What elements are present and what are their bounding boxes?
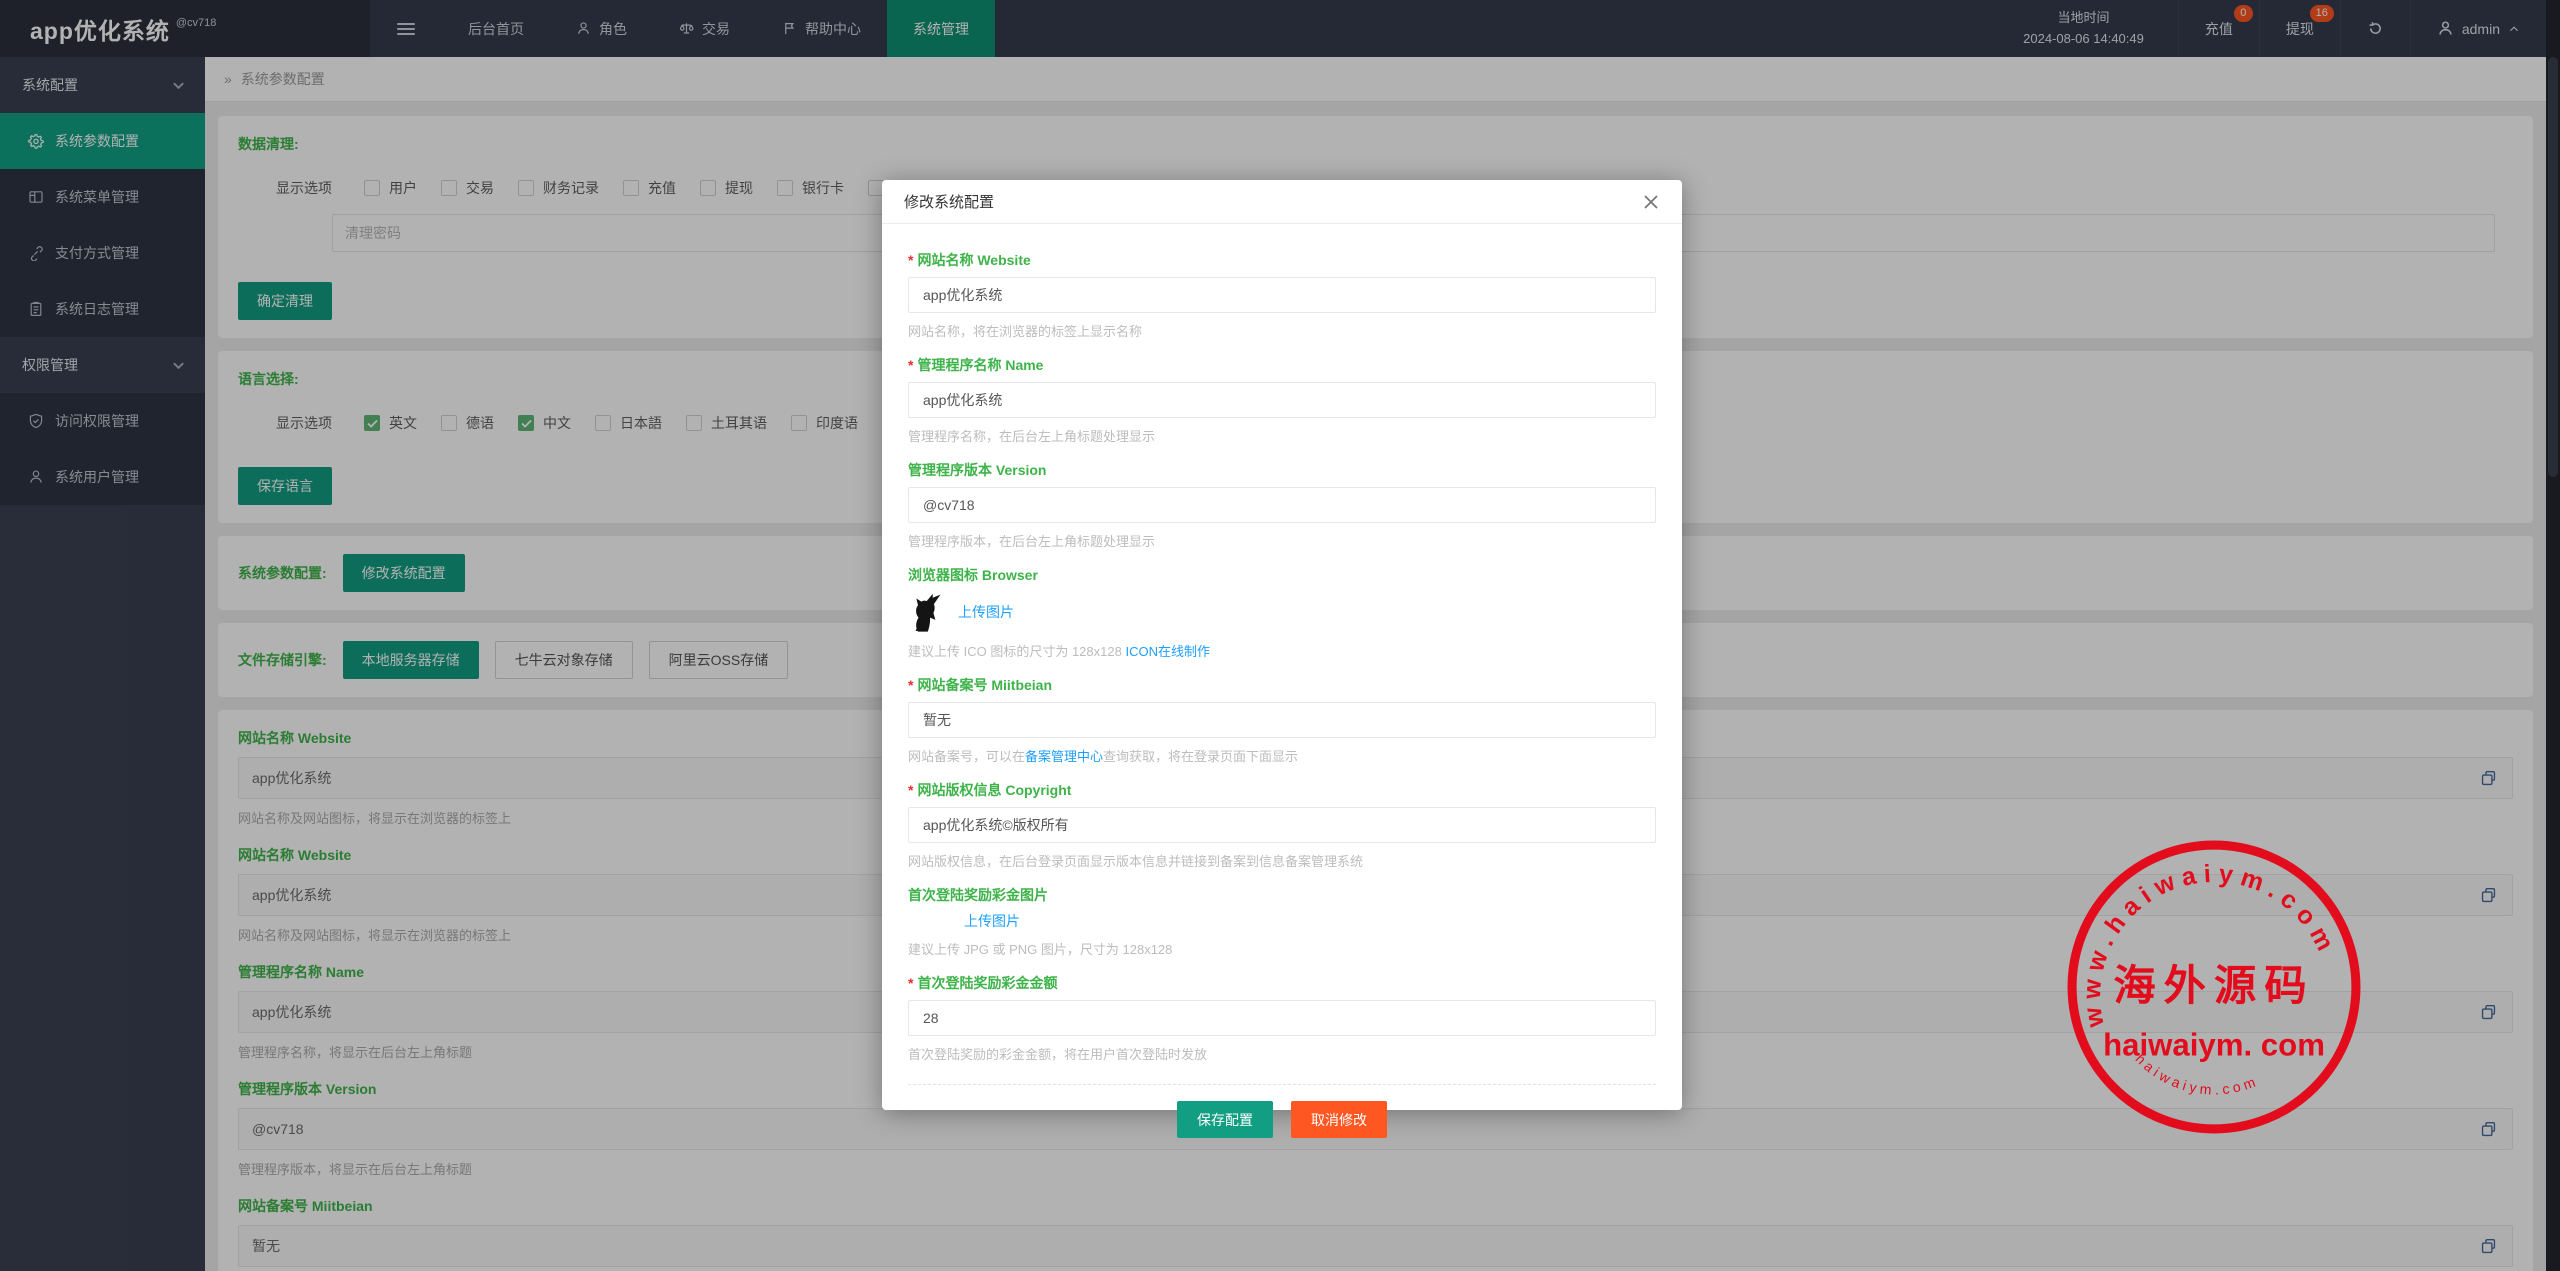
upload-bonus-image-link[interactable]: 上传图片 — [964, 911, 1020, 931]
modal-field-copyright: *网站版权信息 Copyright 网站版权信息，在后台登录页面显示版本信息并链… — [908, 780, 1656, 870]
favicon-preview-image — [908, 591, 942, 633]
modal-edit-system-config: 修改系统配置 *网站名称 Website 网站名称，将在浏览器的标签上显示名称 … — [882, 180, 1682, 1110]
save-config-button[interactable]: 保存配置 — [1177, 1101, 1273, 1138]
modal-field-website-name: *网站名称 Website 网站名称，将在浏览器的标签上显示名称 — [908, 250, 1656, 340]
modal-field-first-login-image: 首次登陆奖励彩金图片 上传图片 建议上传 JPG 或 PNG 图片，尺寸为 12… — [908, 885, 1656, 958]
upload-favicon-link[interactable]: 上传图片 — [958, 602, 1014, 622]
icon-maker-link[interactable]: ICON在线制作 — [1125, 644, 1210, 659]
modal-field-first-login-amount: *首次登陆奖励彩金金额 首次登陆奖励的彩金金额，将在用户首次登陆时发放 — [908, 973, 1656, 1063]
modal-header: 修改系统配置 — [882, 180, 1682, 224]
website-name-input[interactable] — [908, 277, 1656, 313]
modal-close-button[interactable] — [1642, 193, 1660, 211]
bonus-amount-input[interactable] — [908, 1000, 1656, 1036]
admin-version-input[interactable] — [908, 487, 1656, 523]
modal-title: 修改系统配置 — [904, 191, 994, 212]
modal-field-admin-name: *管理程序名称 Name 管理程序名称，在后台左上角标题处理显示 — [908, 355, 1656, 445]
copyright-input[interactable] — [908, 807, 1656, 843]
modal-body: *网站名称 Website 网站名称，将在浏览器的标签上显示名称 *管理程序名称… — [882, 224, 1682, 1078]
beian-center-link[interactable]: 备案管理中心 — [1025, 749, 1103, 764]
admin-name-input[interactable] — [908, 382, 1656, 418]
close-icon — [1644, 195, 1658, 209]
modal-footer: 保存配置 取消修改 — [908, 1084, 1656, 1156]
modal-field-admin-version: 管理程序版本 Version 管理程序版本，在后台左上角标题处理显示 — [908, 460, 1656, 550]
modal-field-browser-icon: 浏览器图标 Browser 上传图片 建议上传 ICO 图标的尺寸为 128x1… — [908, 565, 1656, 660]
modal-field-miitbeian: *网站备案号 Miitbeian 网站备案号，可以在备案管理中心查询获取，将在登… — [908, 675, 1656, 765]
miitbeian-input[interactable] — [908, 702, 1656, 738]
cancel-edit-button[interactable]: 取消修改 — [1291, 1101, 1387, 1138]
